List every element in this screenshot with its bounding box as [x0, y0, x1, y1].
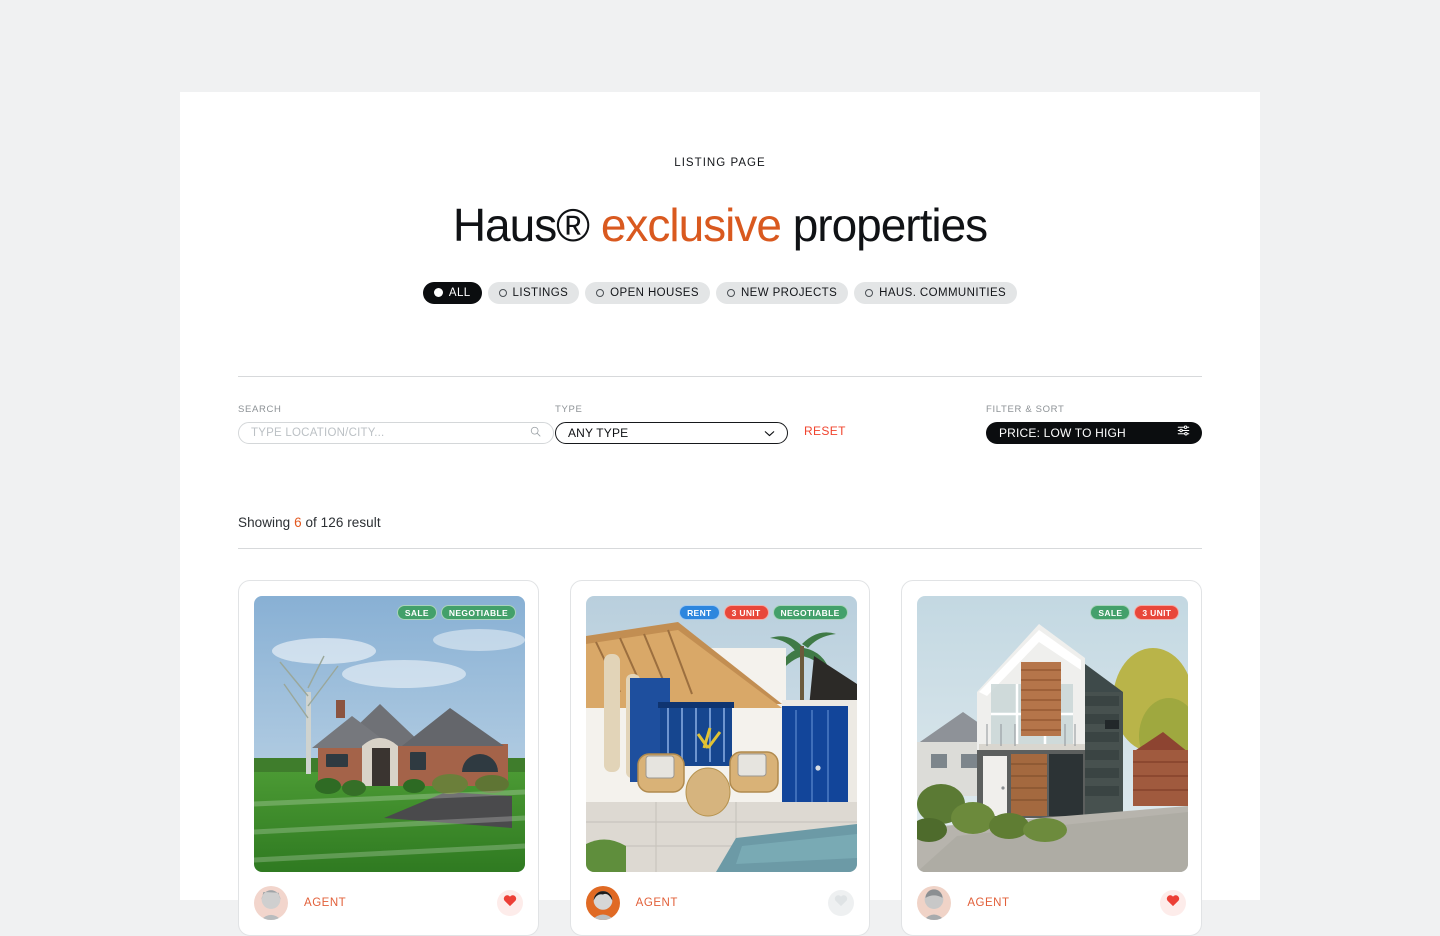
results-suffix: of 126 result: [301, 515, 381, 530]
avatar: [254, 886, 288, 920]
radio-indicator-icon: [596, 288, 605, 297]
type-label: TYPE: [555, 404, 583, 415]
property-card[interactable]: RENT 3 UNIT NEGOTIABLE AGENT: [569, 580, 871, 936]
page-title: Haus® exclusive properties: [180, 201, 1260, 250]
type-field-group: TYPE ANY TYPE: [555, 404, 788, 444]
heart-icon: [503, 894, 517, 912]
agent-label: AGENT: [967, 897, 1010, 909]
property-card-grid: SALE NEGOTIABLE AGENT RENT 3 UNIT NEGOTI…: [238, 580, 1203, 936]
radio-indicator-icon: [865, 288, 874, 297]
results-count: Showing 6 of 126 result: [238, 515, 381, 530]
status-badge: NEGOTIABLE: [440, 605, 516, 620]
property-image: RENT 3 UNIT NEGOTIABLE: [585, 596, 857, 872]
status-badge: 3 UNIT: [723, 605, 769, 620]
chip-label: ALL: [448, 286, 471, 299]
radio-indicator-icon: [726, 288, 735, 297]
radio-indicator-icon: [433, 288, 443, 298]
page-eyebrow: LISTING PAGE: [674, 157, 766, 169]
search-icon: [530, 424, 541, 442]
sliders-icon: [1177, 424, 1190, 442]
category-filter-chips: ALL LISTINGS OPEN HOUSES NEW PROJECTS HA…: [180, 281, 1260, 304]
favorite-button[interactable]: [1160, 890, 1187, 916]
status-badge: NEGOTIABLE: [772, 605, 848, 620]
card-footer: AGENT: [917, 886, 1187, 920]
badge-row: SALE NEGOTIABLE: [396, 605, 516, 620]
heart-icon: [1166, 894, 1180, 912]
sort-field-group: FILTER & SORT PRICE: LOW TO HIGH: [986, 404, 1202, 444]
reset-button[interactable]: RESET: [804, 424, 846, 438]
avatar: [917, 886, 952, 920]
favorite-button[interactable]: [496, 890, 523, 916]
property-image: SALE NEGOTIABLE: [254, 596, 525, 872]
results-number: 6: [294, 515, 302, 530]
filter-toolbar: SEARCH TYPE ANY TYPE: [238, 404, 1202, 454]
sort-label: FILTER & SORT: [986, 404, 1065, 415]
agent-label: AGENT: [304, 897, 347, 909]
favorite-button[interactable]: [828, 890, 855, 916]
badge-row: SALE 3 UNIT: [1090, 605, 1180, 620]
results-prefix: Showing: [238, 515, 295, 530]
property-image: SALE 3 UNIT: [917, 596, 1189, 872]
chip-listings[interactable]: LISTINGS: [487, 281, 580, 304]
search-input[interactable]: [251, 427, 526, 439]
page-surface: LISTING PAGE Haus® exclusive properties …: [180, 92, 1260, 936]
status-badge: 3 UNIT: [1134, 605, 1180, 620]
chip-haus-communities[interactable]: HAUS. COMMUNITIES: [854, 281, 1018, 304]
type-select[interactable]: ANY TYPE: [555, 422, 788, 444]
badge-row: RENT 3 UNIT NEGOTIABLE: [679, 605, 848, 620]
chip-label: OPEN HOUSES: [610, 286, 699, 299]
search-field-group: SEARCH: [238, 404, 554, 444]
chip-all[interactable]: ALL: [422, 281, 482, 304]
heart-icon: [834, 894, 848, 912]
radio-indicator-icon: [498, 288, 507, 297]
search-box[interactable]: [238, 422, 554, 444]
type-select-value: ANY TYPE: [568, 426, 629, 440]
page-title-part2: properties: [780, 199, 988, 251]
chip-open-houses[interactable]: OPEN HOUSES: [585, 281, 710, 304]
chip-label: LISTINGS: [512, 286, 569, 299]
chip-new-projects[interactable]: NEW PROJECTS: [715, 281, 849, 304]
status-badge: RENT: [679, 605, 720, 620]
page-title-part1: Haus®: [452, 199, 601, 251]
filter-sort-button[interactable]: PRICE: LOW TO HIGH: [986, 422, 1202, 444]
status-badge: SALE: [1090, 605, 1131, 620]
property-card[interactable]: SALE 3 UNIT AGENT: [901, 580, 1203, 936]
agent-label: AGENT: [635, 897, 678, 909]
page-title-accent: exclusive: [600, 199, 782, 251]
avatar: [585, 886, 620, 920]
divider-top: [238, 376, 1202, 377]
card-footer: AGENT: [254, 886, 523, 920]
search-label: SEARCH: [238, 404, 282, 415]
chip-label: HAUS. COMMUNITIES: [879, 286, 1007, 299]
chip-label: NEW PROJECTS: [740, 286, 838, 299]
card-footer: AGENT: [585, 886, 855, 920]
sort-value: PRICE: LOW TO HIGH: [999, 426, 1126, 440]
status-badge: SALE: [396, 605, 437, 620]
divider-bottom: [238, 548, 1202, 549]
property-card[interactable]: SALE NEGOTIABLE AGENT: [238, 580, 539, 936]
chevron-down-icon: [764, 424, 775, 442]
